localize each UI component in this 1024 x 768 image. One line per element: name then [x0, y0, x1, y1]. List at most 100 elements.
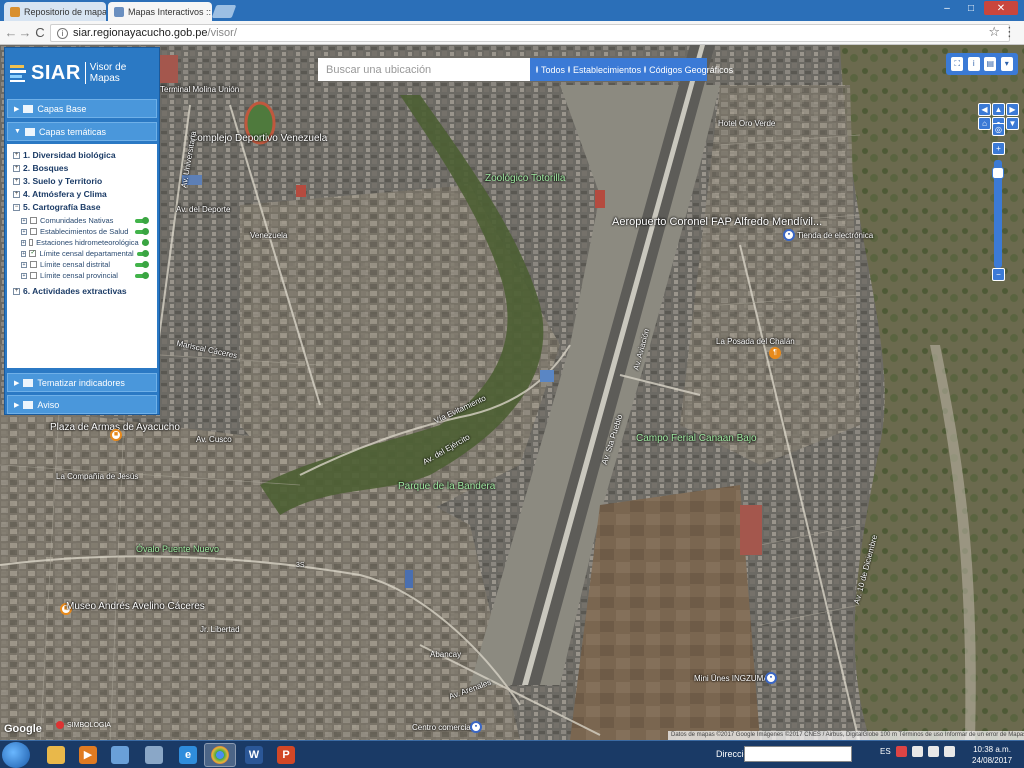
radio-establecimientos[interactable]: [568, 66, 571, 73]
minimize-button[interactable]: –: [936, 1, 958, 15]
radio-todos[interactable]: [536, 66, 538, 73]
map-label-campo[interactable]: Campo Ferial Canaan Bajo: [636, 433, 757, 444]
language-indicator[interactable]: ES: [880, 747, 891, 756]
maximize-button[interactable]: □: [960, 1, 982, 15]
browser-menu-icon[interactable]: ⋮: [1003, 24, 1016, 40]
back-button[interactable]: ←: [4, 25, 18, 41]
tree-node[interactable]: −5. Cartografía Base: [13, 202, 100, 212]
map-label-hotel[interactable]: Hotel Oro Verde: [718, 119, 775, 128]
shopping-bag-icon[interactable]: ▪: [783, 229, 795, 241]
home-icon[interactable]: ⌂: [978, 117, 991, 130]
start-button[interactable]: [2, 742, 30, 768]
zoom-slider-handle[interactable]: [992, 167, 1004, 179]
map-label-museo[interactable]: Museo Andrés Avelino Cáceres: [66, 601, 205, 612]
map-label-parque[interactable]: Parque de la Bandera: [398, 481, 495, 492]
expand-icon[interactable]: +: [21, 228, 27, 235]
tree-node[interactable]: +2. Bosques: [13, 163, 68, 173]
layer-checkbox[interactable]: [30, 261, 37, 268]
opacity-slider[interactable]: [135, 216, 149, 224]
layer-checkbox[interactable]: [30, 228, 37, 235]
map-label-zoologico[interactable]: Zoológico Totorilla: [485, 173, 565, 184]
shopping-icon[interactable]: ▪: [470, 721, 482, 733]
reload-button[interactable]: C: [33, 25, 47, 41]
section-capas-tematicas[interactable]: ▼ Capas temáticas: [7, 122, 157, 141]
url-field[interactable]: i siar.regionayacucho.gob.pe /visor/: [50, 24, 1010, 42]
taskbar-chrome[interactable]: [204, 743, 236, 767]
info-icon[interactable]: i: [57, 27, 68, 39]
map-label-centro[interactable]: Centro comercial: [412, 723, 472, 732]
option-establecimientos-label[interactable]: Establecimientos: [573, 65, 641, 75]
layer-item[interactable]: + Límite censal distrital: [21, 260, 149, 269]
map-label-posada[interactable]: La Posada del Chalán: [716, 337, 795, 346]
taskbar-explorer[interactable]: [40, 743, 72, 767]
layer-item[interactable]: + Límite censal provincial: [21, 271, 149, 280]
bookmark-star-icon[interactable]: ☆: [988, 24, 1000, 40]
map-label-ovalo[interactable]: Óvalo Puente Nuevo: [136, 544, 219, 554]
tab-mapas-interactivos[interactable]: Mapas Interactivos :: SIA ×: [108, 2, 212, 21]
new-tab-button[interactable]: [211, 5, 237, 18]
map-label-complejo[interactable]: Complejo Deportivo Venezuela: [190, 133, 327, 144]
restaurant-icon[interactable]: ¶: [769, 347, 781, 359]
opacity-slider[interactable]: [135, 271, 149, 279]
layer-checkbox[interactable]: ✓: [29, 250, 37, 257]
expand-icon[interactable]: +: [21, 250, 27, 257]
radio-codigos[interactable]: [644, 66, 647, 73]
map-label-tienda[interactable]: Tienda de electrónica: [797, 231, 873, 240]
layer-checkbox[interactable]: [28, 239, 34, 246]
expand-icon[interactable]: +: [13, 287, 20, 295]
download-icon[interactable]: ▾: [1000, 57, 1013, 71]
opacity-slider[interactable]: [141, 238, 150, 246]
layer-item[interactable]: + Establecimientos de Salud: [21, 227, 149, 236]
opacity-slider[interactable]: [135, 260, 149, 268]
taskbar-media[interactable]: ▶: [72, 743, 104, 767]
section-aviso[interactable]: ▶ Aviso: [7, 395, 157, 414]
pan-up-icon[interactable]: ▲: [992, 103, 1005, 116]
opacity-slider[interactable]: [135, 227, 149, 235]
print-icon[interactable]: ▤: [984, 57, 997, 71]
taskbar-calculator[interactable]: [138, 743, 170, 767]
tree-node[interactable]: +6. Actividades extractivas: [13, 286, 127, 296]
zoom-in-button[interactable]: +: [992, 142, 1005, 155]
map-label-compania[interactable]: La Compañía de Jesús: [56, 472, 138, 481]
layer-checkbox[interactable]: [30, 272, 37, 279]
forward-button[interactable]: →: [18, 25, 32, 41]
search-input[interactable]: [318, 58, 530, 81]
opacity-slider[interactable]: [136, 249, 150, 257]
expand-icon[interactable]: +: [21, 272, 27, 279]
expand-icon[interactable]: +: [13, 190, 20, 198]
landmark-icon[interactable]: ■: [110, 429, 122, 441]
address-toolbar-input[interactable]: [744, 746, 852, 762]
option-codigos-label[interactable]: Códigos Geográficos: [649, 65, 733, 75]
map-attribution[interactable]: Datos de mapas ©2017 Google Imágenes ©20…: [668, 731, 1024, 740]
layer-checkbox[interactable]: [30, 217, 37, 224]
layer-item[interactable]: + Estaciones hidrometeorológica: [21, 238, 150, 247]
tree-node[interactable]: +3. Suelo y Territorio: [13, 176, 102, 186]
option-todos-label[interactable]: Todos: [541, 65, 565, 75]
store-icon[interactable]: ▪: [765, 672, 777, 684]
pan-down-icon[interactable]: ▼: [1006, 117, 1019, 130]
layer-item[interactable]: + ✓ Límite censal departamental: [21, 249, 150, 258]
map-canvas[interactable]: Terminal Molina Unión Complejo Deportivo…: [0, 45, 1024, 740]
pan-right-icon[interactable]: ▶: [1006, 103, 1019, 116]
pan-left-icon[interactable]: ◀: [978, 103, 991, 116]
tray-app-icon[interactable]: [911, 746, 923, 757]
map-label-aeropuerto[interactable]: Aeropuerto Coronel FAP Alfredo Mendívil.…: [612, 217, 822, 228]
network-icon[interactable]: [927, 746, 939, 757]
taskbar-word[interactable]: W: [238, 743, 270, 767]
expand-icon[interactable]: +: [21, 217, 27, 224]
tree-node[interactable]: +1. Diversidad biológica: [13, 150, 116, 160]
map-label-minenes[interactable]: Mini Ünes INGZUMAR: [694, 674, 774, 683]
zoom-out-button[interactable]: −: [992, 268, 1005, 281]
taskbar-ie[interactable]: e: [172, 743, 204, 767]
section-capas-base[interactable]: ▶ Capas Base: [7, 99, 157, 118]
fullscreen-icon[interactable]: ⛶: [951, 57, 964, 71]
locate-icon[interactable]: ◎: [992, 123, 1005, 136]
expand-icon[interactable]: +: [21, 261, 27, 268]
info-tool-icon[interactable]: i: [967, 57, 980, 71]
layer-item[interactable]: + Comunidades Nativas: [21, 216, 149, 225]
clock[interactable]: 10:38 a.m. 24/08/2017: [972, 744, 1012, 766]
expand-icon[interactable]: +: [13, 151, 20, 159]
volume-icon[interactable]: [943, 746, 955, 757]
expand-icon[interactable]: +: [13, 177, 20, 185]
tree-node[interactable]: +4. Atmósfera y Clima: [13, 189, 107, 199]
